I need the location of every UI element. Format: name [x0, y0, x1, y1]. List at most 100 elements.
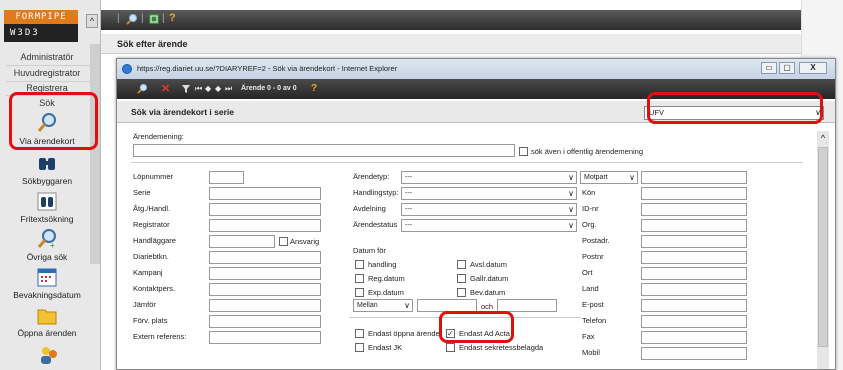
gallr-datum-checkbox[interactable] — [457, 274, 466, 283]
handlingstyp-label: Handlingstyp: — [353, 188, 399, 197]
serie-input[interactable] — [209, 187, 321, 200]
minimize-button[interactable]: ▭ — [761, 62, 777, 74]
diariebtkn-input[interactable] — [209, 251, 321, 264]
scroll-up-icon[interactable]: ^ — [818, 133, 828, 143]
nav-administrator[interactable]: Administratör — [4, 50, 90, 64]
jk-only-checkbox[interactable] — [355, 343, 364, 352]
date-range-select[interactable]: Mellan ∨ — [353, 299, 413, 312]
nav-prev-icon[interactable]: ◆ — [205, 79, 211, 99]
arendemening-input[interactable] — [133, 144, 515, 157]
chevron-down-icon: ∨ — [568, 205, 574, 214]
tool-fritextsokning[interactable]: Fritextsökning — [4, 190, 90, 224]
chevron-down-icon: ∨ — [404, 301, 410, 310]
refresh-icon[interactable] — [148, 13, 160, 25]
ansvarig-checkbox[interactable] — [279, 237, 288, 246]
lopnummer-input[interactable] — [209, 171, 244, 184]
chevron-down-icon: ∨ — [568, 189, 574, 198]
arendetyp-select[interactable]: --- ∨ — [401, 171, 577, 184]
postadr-input[interactable] — [641, 235, 747, 248]
record-counter: Ärende 0 - 0 av 0 — [241, 85, 297, 92]
open-only-checkbox[interactable] — [355, 329, 364, 338]
arendetyp-value: --- — [405, 174, 412, 181]
sidebar-scrollbar[interactable] — [90, 44, 100, 264]
motpart-value: Motpart — [584, 174, 608, 181]
page-title: Sök efter ärende — [101, 34, 801, 54]
tool-bevakningsdatum[interactable]: Bevakningsdatum — [4, 266, 90, 300]
kon-input[interactable] — [641, 187, 747, 200]
maximize-button[interactable]: ▢ — [779, 62, 795, 74]
handlaggare-input[interactable] — [209, 235, 275, 248]
users-icon[interactable] — [38, 344, 60, 366]
tool-label: Sökbyggaren — [21, 176, 73, 186]
nav-first-icon[interactable]: ⏮ — [195, 79, 202, 99]
close-button[interactable]: X — [799, 62, 827, 74]
help-icon[interactable]: ? — [169, 12, 176, 24]
nav-next-icon[interactable]: ◆ — [215, 79, 221, 99]
arendestatus-label: Ärendestatus — [353, 220, 398, 229]
dialog-scrollbar[interactable]: ^ — [817, 131, 829, 369]
avdelning-select[interactable]: --- ∨ — [401, 203, 577, 216]
epost-input[interactable] — [641, 299, 747, 312]
magnifier-plus-icon: + — [37, 229, 56, 250]
kontaktpers-input[interactable] — [209, 283, 321, 296]
telefon-input[interactable] — [641, 315, 747, 328]
atg-handl-input[interactable] — [209, 203, 321, 216]
tool-ovriga-sok[interactable]: + Övriga sök — [4, 228, 90, 262]
postnr-input[interactable] — [641, 251, 747, 264]
handlingstyp-value: --- — [405, 190, 412, 197]
handlingstyp-select[interactable]: --- ∨ — [401, 187, 577, 200]
kampanj-input[interactable] — [209, 267, 321, 280]
toolbar-separator: | — [141, 13, 144, 24]
scroll-thumb[interactable] — [818, 147, 828, 347]
public-checkbox[interactable] — [519, 147, 528, 156]
land-input[interactable] — [641, 283, 747, 296]
mobil-input[interactable] — [641, 347, 747, 360]
fax-input[interactable] — [641, 331, 747, 344]
svg-text:+: + — [50, 241, 55, 250]
registrator-input[interactable] — [209, 219, 321, 232]
postadr-label: Postadr. — [582, 236, 610, 245]
logo-bottom-text: W3D3 — [10, 28, 40, 38]
nav-huvudregistrator[interactable]: Huvudregistrator — [4, 66, 90, 80]
tool-label: Öppna ärenden — [17, 328, 77, 338]
avsl-datum-checkbox[interactable] — [457, 260, 466, 269]
jamfor-input[interactable] — [209, 299, 321, 312]
id-nr-input[interactable] — [641, 203, 747, 216]
search-icon[interactable] — [126, 13, 138, 25]
exp-datum-checkbox[interactable] — [355, 288, 364, 297]
arendemening-label: Ärendemening: — [133, 132, 184, 141]
registrator-label: Registrator — [133, 220, 170, 229]
arendestatus-select[interactable]: --- ∨ — [401, 219, 577, 232]
motpart-input[interactable] — [641, 171, 747, 184]
clear-icon[interactable]: ✕ — [161, 79, 170, 99]
collapse-sidebar-button[interactable]: ^ — [86, 14, 98, 28]
avdelning-label: Avdelning — [353, 204, 386, 213]
kontaktpers-label: Kontaktpers. — [133, 284, 176, 293]
reg-datum-checkbox[interactable] — [355, 274, 364, 283]
org-input[interactable] — [641, 219, 747, 232]
help-icon[interactable]: ? — [311, 79, 317, 99]
handling-checkbox[interactable] — [355, 260, 364, 269]
epost-label: E-post — [582, 300, 604, 309]
filter-icon[interactable] — [181, 84, 191, 94]
tool-oppna-arenden[interactable]: Öppna ärenden — [4, 304, 90, 338]
calendar-icon — [37, 268, 57, 287]
ort-input[interactable] — [641, 267, 747, 280]
arendestatus-value: --- — [405, 222, 412, 229]
tool-label: Övriga sök — [26, 252, 68, 262]
forv-plats-input[interactable] — [209, 315, 321, 328]
sekretess-checkbox[interactable] — [446, 343, 455, 352]
chevron-down-icon: ∨ — [568, 173, 574, 182]
datum-for-label: Datum för — [353, 246, 386, 255]
nav-last-icon[interactable]: ⏭ — [225, 79, 232, 99]
highlight-ad-acta — [439, 311, 514, 343]
motpart-select[interactable]: Motpart ∨ — [580, 171, 638, 184]
tool-sokbyggaren[interactable]: Sökbyggaren — [4, 152, 90, 186]
search-icon[interactable] — [137, 83, 148, 94]
handling-label: handling — [368, 260, 397, 269]
highlight-series-select — [647, 92, 823, 124]
bev-datum-checkbox[interactable] — [457, 288, 466, 297]
extern-referens-input[interactable] — [209, 331, 321, 344]
lopnummer-label: Löpnummer — [133, 172, 174, 181]
postnr-label: Postnr — [582, 252, 604, 261]
